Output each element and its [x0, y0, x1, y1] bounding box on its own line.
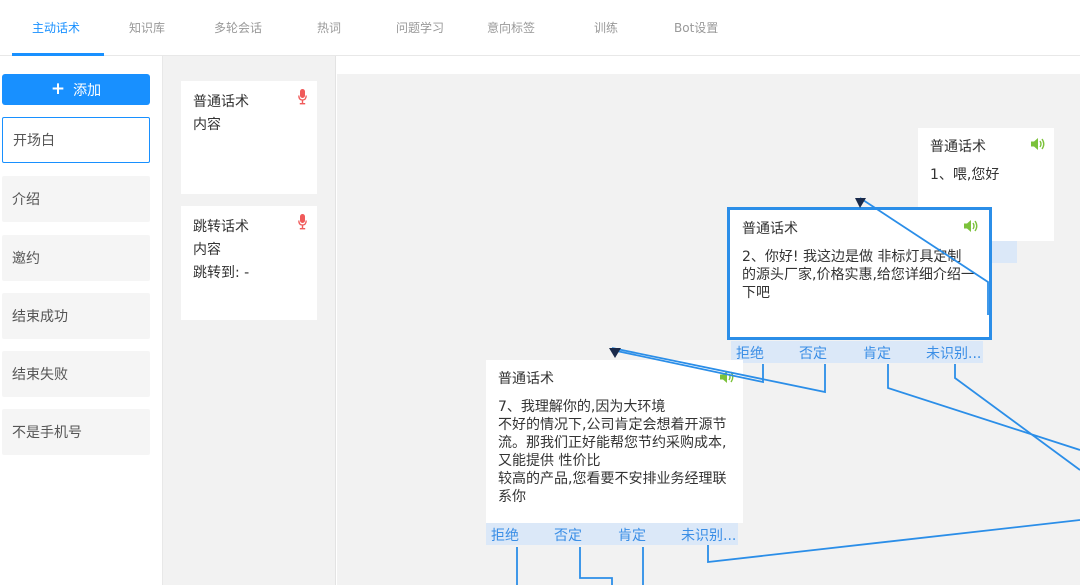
- node-7-branch-bar: 拒绝 否定 肯定 未识别...: [486, 523, 738, 545]
- template-jump-target: 跳转到: -: [193, 265, 250, 281]
- node-content: 7、我理解你的,因为大环境 不好的情况下,公司肯定会想着开源节流。那我们正好能帮…: [498, 399, 727, 505]
- node-content: 2、你好! 我这边是做 非标灯具定制 的源头厂家,价格实惠,给您详细介绍一下吧: [742, 249, 975, 301]
- tab-intent-tags[interactable]: 意向标签: [487, 19, 535, 36]
- branch-affirm[interactable]: 肯定: [863, 343, 891, 363]
- flow-node-7[interactable]: 普通话术 7、我理解你的,因为大环境 不好的情况下,公司肯定会想着开源节流。那我…: [486, 360, 743, 523]
- tab-hot-words[interactable]: 热词: [317, 19, 341, 36]
- category-sidebar: + 添加 开场白 介绍 邀约 结束成功 结束失败 不是手机号: [0, 56, 162, 585]
- category-opening[interactable]: 开场白: [2, 117, 150, 163]
- branch-unrecognized[interactable]: 未识别...: [926, 343, 981, 363]
- category-end-success[interactable]: 结束成功: [2, 293, 150, 339]
- tab-knowledge-base[interactable]: 知识库: [129, 19, 165, 36]
- branch-unrecognized[interactable]: 未识别...: [681, 525, 736, 545]
- branch-deny[interactable]: 否定: [554, 525, 582, 545]
- category-not-mobile[interactable]: 不是手机号: [2, 409, 150, 455]
- node-title: 普通话术: [930, 139, 986, 155]
- add-button-label: 添加: [73, 82, 102, 99]
- canvas-header-strip: [337, 56, 1080, 74]
- flow-node-2[interactable]: 普通话术 2、你好! 我这边是做 非标灯具定制 的源头厂家,价格实惠,给您详细介…: [727, 207, 992, 340]
- category-invite[interactable]: 邀约: [2, 235, 150, 281]
- branch-deny[interactable]: 否定: [799, 343, 827, 363]
- microphone-icon: [298, 214, 307, 230]
- branch-affirm[interactable]: 肯定: [618, 525, 646, 545]
- tab-active-script[interactable]: 主动话术: [32, 19, 80, 36]
- node-title: 普通话术: [498, 371, 554, 387]
- template-card-normal[interactable]: 普通话术 内容: [181, 81, 317, 194]
- add-button[interactable]: + 添加: [2, 74, 150, 105]
- tab-bot-settings[interactable]: Bot设置: [674, 19, 718, 36]
- plus-icon: +: [50, 79, 66, 99]
- template-title: 普通话术: [193, 94, 249, 110]
- tab-training[interactable]: 训练: [594, 19, 618, 36]
- node-2-branch-bar: 拒绝 否定 肯定 未识别...: [731, 341, 983, 363]
- template-content-label: 内容: [193, 117, 221, 133]
- tab-question-learning[interactable]: 问题学习: [396, 19, 444, 36]
- tab-multi-turn[interactable]: 多轮会话: [214, 19, 262, 36]
- node-content: 1、喂,您好: [930, 167, 1000, 183]
- speaker-icon: [964, 220, 978, 232]
- template-content-label: 内容: [193, 242, 221, 258]
- template-card-jump[interactable]: 跳转话术 内容 跳转到: -: [181, 206, 317, 320]
- top-tab-bar: 主动话术 知识库 多轮会话 热词 问题学习 意向标签 训练 Bot设置: [0, 0, 1080, 56]
- template-title: 跳转话术: [193, 219, 249, 235]
- speaker-icon: [1031, 138, 1045, 150]
- category-intro[interactable]: 介绍: [2, 176, 150, 222]
- category-end-fail[interactable]: 结束失败: [2, 351, 150, 397]
- microphone-icon: [298, 89, 307, 105]
- branch-reject[interactable]: 拒绝: [491, 525, 519, 545]
- template-column: 普通话术 内容 跳转话术 内容 跳转到: -: [162, 56, 336, 585]
- speaker-icon: [720, 371, 734, 383]
- node-title: 普通话术: [742, 221, 798, 237]
